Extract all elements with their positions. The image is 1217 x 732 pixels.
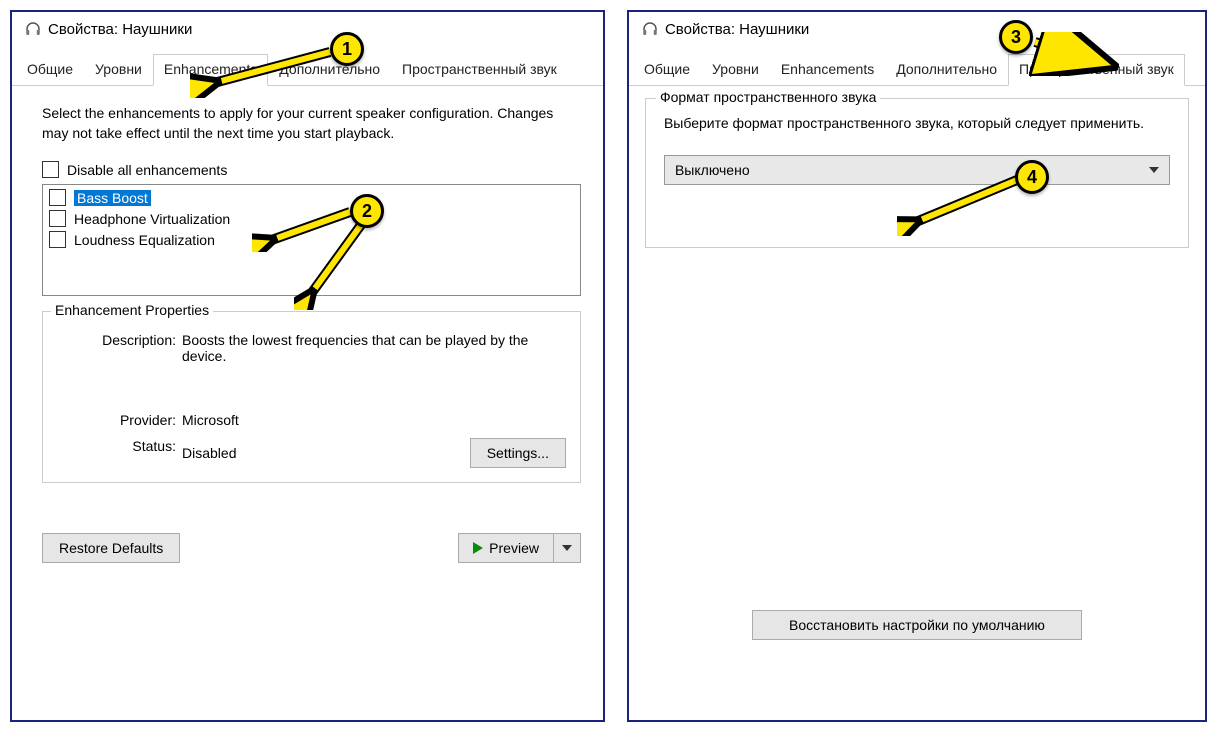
bass-boost-checkbox[interactable] bbox=[49, 189, 66, 206]
enhancements-list: Bass Boost Headphone Virtualization Loud… bbox=[42, 184, 581, 296]
tab-general[interactable]: Общие bbox=[16, 54, 84, 86]
chevron-down-icon bbox=[1149, 167, 1159, 173]
tab-spatial[interactable]: Пространственный звук bbox=[391, 54, 568, 86]
disable-all-checkbox[interactable] bbox=[42, 161, 59, 178]
spatial-format-dropdown[interactable]: Выключено bbox=[664, 155, 1170, 185]
chevron-down-icon bbox=[562, 545, 572, 551]
tab-advanced-r[interactable]: Дополнительно bbox=[885, 54, 1008, 86]
enh-label: Headphone Virtualization bbox=[74, 211, 230, 227]
content-left: Select the enhancements to apply for you… bbox=[12, 86, 603, 581]
enhancement-properties: Enhancement Properties Description: Boos… bbox=[42, 311, 581, 483]
dropdown-value: Выключено bbox=[675, 162, 750, 178]
status-label: Status: bbox=[57, 438, 182, 468]
enh-bass-boost[interactable]: Bass Boost bbox=[45, 187, 578, 208]
settings-button[interactable]: Settings... bbox=[470, 438, 566, 468]
tab-general-r[interactable]: Общие bbox=[633, 54, 701, 86]
tabs-right: Общие Уровни Enhancements Дополнительно … bbox=[629, 54, 1205, 86]
tab-spatial-r[interactable]: Пространственный звук bbox=[1008, 54, 1185, 86]
loudness-eq-checkbox[interactable] bbox=[49, 231, 66, 248]
preview-button[interactable]: Preview bbox=[458, 533, 554, 563]
provider-value: Microsoft bbox=[182, 412, 566, 428]
window-spatial: Свойства: Наушники Общие Уровни Enhancem… bbox=[627, 10, 1207, 722]
titlebar-left: Свойства: Наушники bbox=[12, 12, 603, 48]
hp-virt-checkbox[interactable] bbox=[49, 210, 66, 227]
restore-defaults-button[interactable]: Restore Defaults bbox=[42, 533, 180, 563]
desc-label: Description: bbox=[57, 332, 182, 364]
annotation-marker-4: 4 bbox=[1015, 160, 1049, 194]
enh-headphone-virtualization[interactable]: Headphone Virtualization bbox=[45, 208, 578, 229]
headphones-icon bbox=[24, 20, 42, 38]
window-title-right: Свойства: Наушники bbox=[665, 21, 809, 38]
tab-levels-r[interactable]: Уровни bbox=[701, 54, 770, 86]
window-enhancements: Свойства: Наушники Общие Уровни Enhancem… bbox=[10, 10, 605, 722]
preview-dropdown[interactable] bbox=[554, 533, 581, 563]
restore-defaults-right-button[interactable]: Восстановить настройки по умолчанию bbox=[752, 610, 1082, 640]
tabs-left: Общие Уровни Enhancements Дополнительно … bbox=[12, 54, 603, 86]
titlebar-right: Свойства: Наушники bbox=[629, 12, 1205, 48]
spatial-group-legend: Формат пространственного звука bbox=[656, 89, 880, 105]
enhancements-description: Select the enhancements to apply for you… bbox=[42, 104, 581, 143]
annotation-marker-1: 1 bbox=[330, 32, 364, 66]
tab-advanced[interactable]: Дополнительно bbox=[268, 54, 391, 86]
disable-all-row[interactable]: Disable all enhancements bbox=[42, 161, 581, 178]
annotation-marker-2: 2 bbox=[350, 194, 384, 228]
enh-loudness-equalization[interactable]: Loudness Equalization bbox=[45, 229, 578, 250]
enh-label: Bass Boost bbox=[74, 190, 151, 206]
disable-all-label: Disable all enhancements bbox=[67, 162, 227, 178]
desc-value: Boosts the lowest frequencies that can b… bbox=[182, 332, 566, 364]
spatial-group: Формат пространственного звука Выберите … bbox=[645, 98, 1189, 248]
enh-label: Loudness Equalization bbox=[74, 232, 215, 248]
play-icon bbox=[473, 542, 483, 554]
tab-levels[interactable]: Уровни bbox=[84, 54, 153, 86]
status-value: Disabled bbox=[182, 445, 236, 461]
tab-enhancements[interactable]: Enhancements bbox=[153, 54, 268, 86]
headphones-icon bbox=[641, 20, 659, 38]
annotation-marker-3: 3 bbox=[999, 20, 1033, 54]
tab-enhancements-r[interactable]: Enhancements bbox=[770, 54, 885, 86]
preview-label: Preview bbox=[489, 540, 539, 556]
props-legend: Enhancement Properties bbox=[51, 302, 213, 318]
spatial-group-desc: Выберите формат пространственного звука,… bbox=[664, 113, 1170, 133]
window-title-left: Свойства: Наушники bbox=[48, 21, 192, 38]
provider-label: Provider: bbox=[57, 412, 182, 428]
